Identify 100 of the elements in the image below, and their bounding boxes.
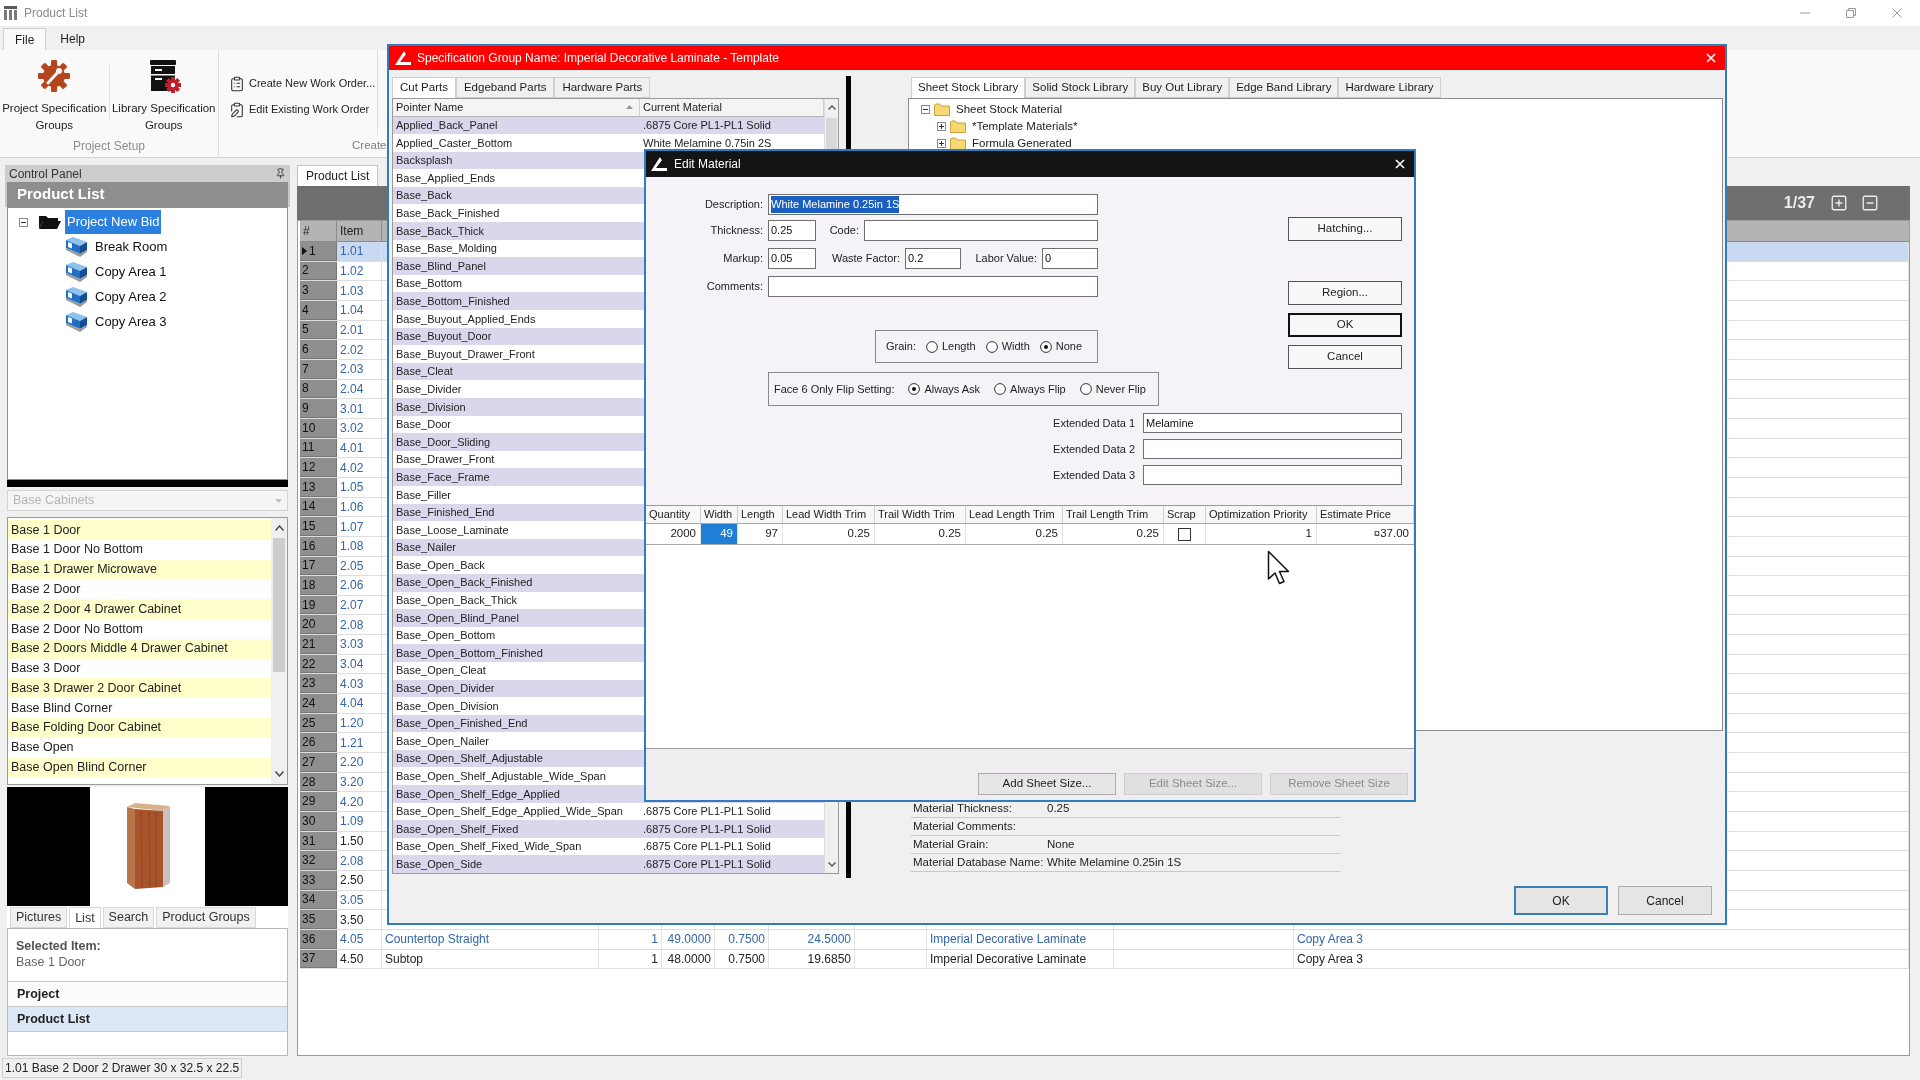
column-header[interactable]: Pointer Name: [393, 99, 640, 116]
dialog-button[interactable]: OK: [1288, 313, 1402, 337]
column-header[interactable]: Item: [337, 221, 382, 241]
input-field[interactable]: White Melamine 0.25in 1S: [768, 194, 1098, 215]
tab[interactable]: Edgeband Parts: [455, 77, 555, 98]
radio-option[interactable]: Always Flip: [994, 380, 1066, 398]
product-list-item[interactable]: Base 1 Door: [8, 520, 271, 540]
remove-icon[interactable]: [1861, 194, 1879, 212]
ribbon-button[interactable]: Library Specification Groups: [109, 50, 218, 136]
table-cell[interactable]: 0.25: [1063, 524, 1164, 544]
input-field[interactable]: 0: [1042, 248, 1098, 269]
radio-option[interactable]: None: [1039, 338, 1083, 355]
tree-item[interactable]: Copy Area 3: [94, 311, 168, 332]
scroll-down-icon[interactable]: [827, 862, 836, 867]
tree-item[interactable]: Sheet Stock Material: [956, 100, 1063, 119]
input-field[interactable]: 0.05: [768, 248, 816, 269]
product-list-item[interactable]: Base Open Blind Corner: [8, 757, 271, 778]
product-list-item[interactable]: Base Folding Door Cabinet: [8, 717, 271, 738]
ribbon-button[interactable]: Project Specification Groups: [0, 50, 109, 136]
property-value: None: [1047, 836, 1075, 852]
column-header[interactable]: Scrap: [1164, 506, 1206, 523]
table-cell[interactable]: 0.25: [783, 524, 875, 544]
tab[interactable]: Pictures: [10, 907, 68, 928]
tree-item[interactable]: Formula Generated: [972, 134, 1072, 153]
scroll-down-icon[interactable]: [274, 771, 284, 777]
scroll-up-icon[interactable]: [827, 105, 836, 110]
dialog-button[interactable]: Cancel: [1288, 345, 1402, 369]
scrollbar-thumb[interactable]: [273, 538, 285, 672]
tab[interactable]: Sheet Stock Library: [911, 77, 1026, 98]
column-header[interactable]: Optimization Priority: [1206, 506, 1317, 523]
column-header[interactable]: Trail Width Trim: [875, 506, 966, 523]
radio-option[interactable]: Always Ask: [908, 380, 981, 398]
tab[interactable]: Cut Parts: [392, 77, 456, 98]
section-item[interactable]: Project: [8, 982, 287, 1007]
input-field[interactable]: 0.2: [905, 248, 961, 269]
radio-option[interactable]: Length: [925, 338, 976, 355]
column-header[interactable]: Trail Length Trim: [1063, 506, 1164, 523]
row-number: 21: [302, 635, 316, 653]
collapse-icon[interactable]: [19, 217, 28, 227]
tab[interactable]: Search: [102, 907, 155, 928]
input-field[interactable]: Melamine: [1143, 413, 1402, 433]
menu-tab[interactable]: Help: [52, 28, 94, 50]
input-field[interactable]: [768, 276, 1098, 297]
tab[interactable]: Solid Stock Library: [1025, 77, 1136, 98]
column-header[interactable]: Quantity: [646, 506, 701, 523]
expand-icon[interactable]: [937, 122, 946, 131]
tab[interactable]: Buy Out Library: [1135, 77, 1230, 98]
tab[interactable]: Product List: [297, 165, 379, 186]
menu-tab[interactable]: File: [3, 28, 47, 50]
table-cell[interactable]: 49: [701, 524, 738, 544]
collapse-icon[interactable]: [921, 105, 930, 114]
add-icon[interactable]: [1830, 194, 1848, 212]
tree-item[interactable]: Copy Area 1: [94, 261, 168, 282]
group-label: Create: [352, 138, 387, 154]
tab[interactable]: Product Groups: [156, 907, 256, 928]
tree-item[interactable]: Break Room: [94, 236, 169, 257]
pin-icon[interactable]: [275, 168, 286, 179]
product-list-item[interactable]: Base 2 Doors Middle 4 Drawer Cabinet: [8, 638, 271, 659]
table-cell[interactable]: 0.25: [875, 524, 966, 544]
row-number: 24: [302, 694, 316, 712]
input-field[interactable]: [1143, 439, 1402, 459]
table-cell[interactable]: 97: [738, 524, 783, 544]
input-field[interactable]: 0.25: [768, 220, 816, 241]
tree-item[interactable]: Copy Area 2: [94, 286, 168, 307]
tab[interactable]: Hardware Parts: [554, 77, 651, 98]
table-row[interactable]: 37 4.50 Subtop 1 48.0000 0.7500 19.6850 Imperial Decorative Laminate Copy Area 3: [300, 949, 1909, 970]
tab[interactable]: Hardware Library: [1338, 77, 1441, 98]
table-cell[interactable]: 1: [1206, 524, 1317, 544]
column-header[interactable]: Length: [738, 506, 783, 523]
radio-option[interactable]: Never Flip: [1079, 380, 1146, 398]
dialog-button[interactable]: Region...: [1288, 281, 1402, 305]
dialog-button[interactable]: OK: [1514, 886, 1608, 915]
table-cell[interactable]: 0.25: [966, 524, 1063, 544]
restore-icon[interactable]: [1846, 8, 1856, 18]
ribbon-button[interactable]: Edit Existing Work Order: [229, 100, 377, 119]
product-list-item[interactable]: Base 2 Door 4 Drawer Cabinet: [8, 599, 271, 619]
tab[interactable]: Edge Band Library: [1229, 77, 1339, 98]
radio-option[interactable]: Width: [985, 338, 1030, 355]
table-row[interactable]: 36 4.05 Countertop Straight 1 49.0000 0.7500 24.5000 Imperial Decorative Laminate Copy Area 3: [300, 929, 1909, 950]
product-list-item[interactable]: Base 3 Drawer 2 Door Cabinet: [8, 678, 271, 699]
tree-item[interactable]: *Template Materials*: [972, 117, 1078, 136]
column-header[interactable]: Width: [701, 506, 738, 523]
column-header[interactable]: #: [300, 221, 337, 241]
input-field[interactable]: [864, 220, 1098, 241]
column-header[interactable]: Estimate Price: [1317, 506, 1414, 523]
checkbox-icon[interactable]: [1178, 527, 1191, 541]
expand-icon[interactable]: [937, 139, 946, 148]
dialog-button[interactable]: Hatching...: [1288, 217, 1402, 241]
scroll-up-icon[interactable]: [274, 525, 284, 531]
section-item[interactable]: Product List: [8, 1007, 287, 1032]
ribbon-button[interactable]: Create New Work Order...: [229, 74, 377, 93]
column-header[interactable]: Lead Width Trim: [783, 506, 875, 523]
input-field[interactable]: [1143, 465, 1402, 485]
tree-item[interactable]: Project New Bid: [65, 210, 162, 234]
product-list-item[interactable]: Base 1 Drawer Microwave: [8, 559, 271, 580]
column-header[interactable]: Lead Length Trim: [966, 506, 1063, 523]
tab[interactable]: List: [69, 907, 101, 928]
dialog-button[interactable]: Cancel: [1618, 886, 1712, 915]
table-cell[interactable]: ¤37.00: [1317, 524, 1414, 544]
dialog-button[interactable]: Add Sheet Size...: [978, 773, 1116, 795]
